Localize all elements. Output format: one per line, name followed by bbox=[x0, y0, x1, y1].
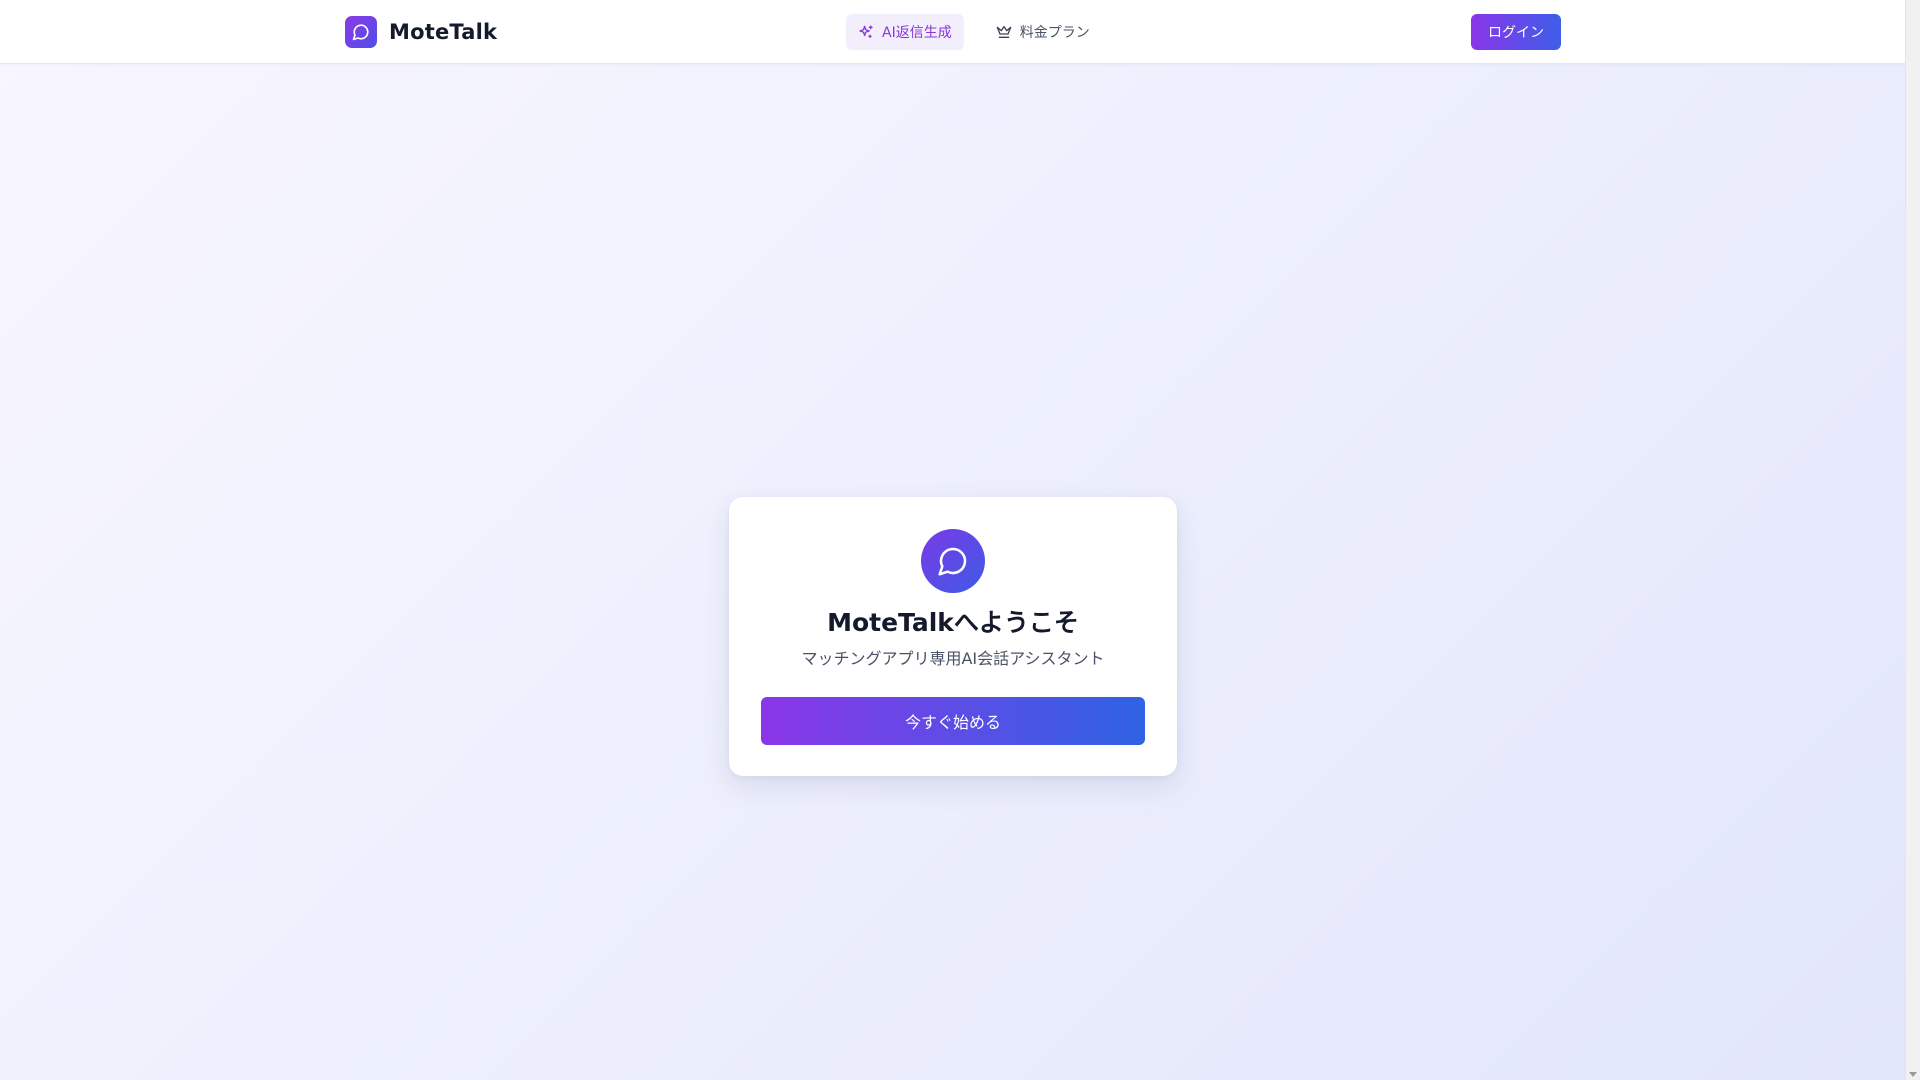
nav-item-label: AI返信生成 bbox=[882, 25, 952, 41]
welcome-subtitle: マッチングアプリ専用AI会話アシスタント bbox=[801, 649, 1105, 668]
nav-item-ai-reply[interactable]: AI返信生成 bbox=[846, 14, 964, 50]
welcome-title: MoteTalkへようこそ bbox=[827, 608, 1079, 637]
crown-icon bbox=[996, 24, 1012, 40]
brand-name: MoteTalk bbox=[389, 20, 498, 44]
page: MoteTalk AI返信生成 料金プラン ログイン MoteTalkへようこそ… bbox=[0, 0, 1905, 1080]
nav-item-label: 料金プラン bbox=[1019, 25, 1090, 41]
sparkles-icon bbox=[858, 24, 874, 40]
message-circle-icon bbox=[345, 16, 377, 48]
login-button[interactable]: ログイン bbox=[1471, 14, 1561, 50]
welcome-card: MoteTalkへようこそ マッチングアプリ専用AI会話アシスタント 今すぐ始め… bbox=[729, 497, 1177, 776]
scroll-down-icon[interactable] bbox=[1909, 1072, 1917, 1077]
main-nav: AI返信生成 料金プラン bbox=[846, 14, 1102, 50]
message-circle-icon bbox=[921, 529, 985, 593]
nav-item-pricing[interactable]: 料金プラン bbox=[984, 14, 1102, 50]
get-started-button[interactable]: 今すぐ始める bbox=[761, 697, 1145, 745]
top-header: MoteTalk AI返信生成 料金プラン ログイン bbox=[0, 0, 1905, 64]
vertical-scrollbar[interactable] bbox=[1905, 0, 1920, 1080]
brand-home-link[interactable]: MoteTalk bbox=[345, 16, 497, 48]
